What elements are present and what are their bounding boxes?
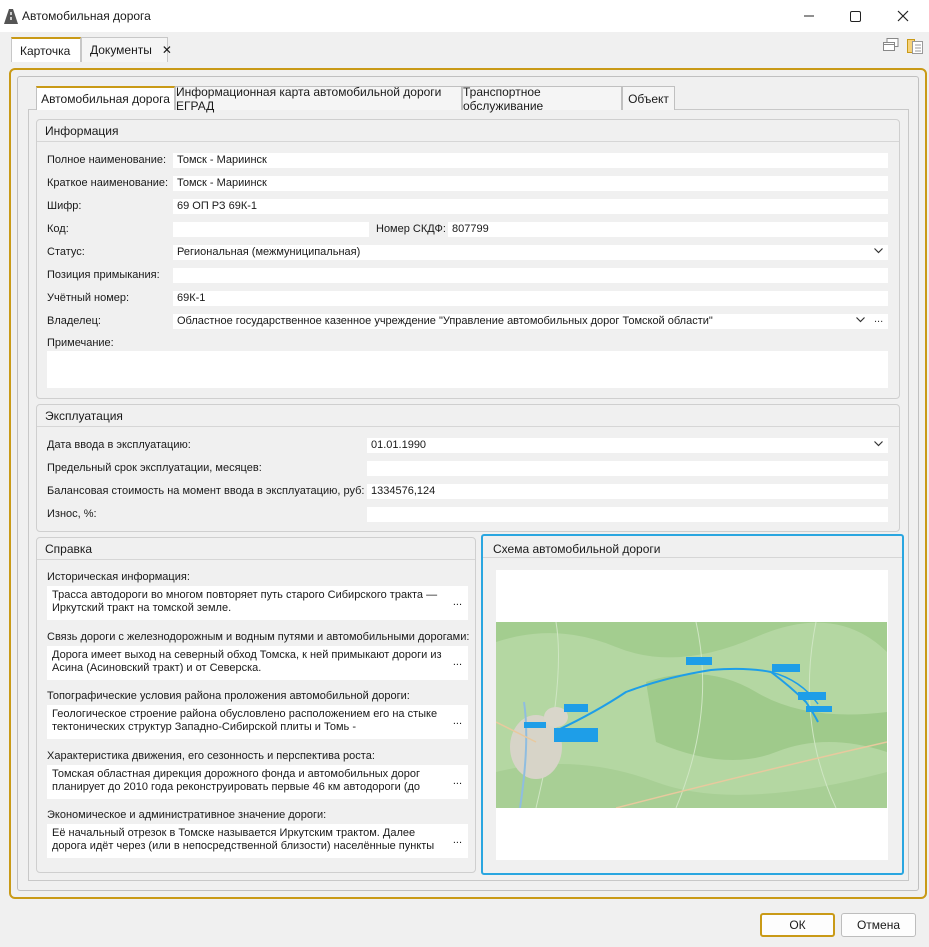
schema-group-title: Схема автомобильной дороги [493,542,661,556]
balance-field[interactable]: 1334576,124 [367,484,888,499]
cipher-field[interactable]: 69 ОП РЗ 69К-1 [173,199,888,214]
traffic-label: Характеристика движения, его сезонность … [47,750,375,762]
minimize-button[interactable] [786,0,832,32]
connection-label: Связь дороги с железнодорожным и водным … [47,631,470,643]
windows-icon[interactable] [883,38,899,52]
tab-road[interactable]: Автомобильная дорога [36,86,175,110]
traffic-text: Томская областная дирекция дорожного фон… [52,768,421,793]
exploitation-group-title: Эксплуатация [45,409,123,423]
note-field[interactable] [47,351,888,388]
history-more-button[interactable]: ... [453,596,462,609]
limit-field[interactable] [367,461,888,476]
economic-text: Её начальный отрезок в Томске называется… [52,827,435,852]
chevron-down-icon[interactable] [874,248,883,254]
history-memo[interactable]: Трасса автодороги во многом повторяет пу… [47,586,468,620]
short-name-field[interactable]: Томск - Мариинск [173,176,888,191]
economic-memo[interactable]: Её начальный отрезок в Томске называется… [47,824,468,858]
minimize-icon [804,15,814,17]
junction-label: Позиция примыкания: [47,269,160,281]
tab-documents-label: Документы [90,43,152,57]
window-title: Автомобильная дорога [22,9,151,23]
chevron-down-icon[interactable] [874,441,883,447]
full-name-field[interactable]: Томск - Мариинск [173,153,888,168]
history-text: Трасса автодороги во многом повторяет пу… [52,589,438,614]
date-field[interactable]: 01.01.1990 [367,438,888,453]
ok-button[interactable]: ОК [760,913,835,937]
maximize-icon [849,10,861,22]
cipher-label: Шифр: [47,200,82,212]
tab-egrad[interactable]: Информационная карта автомобильной дорог… [175,85,462,113]
road-map-image [496,622,887,808]
note-label: Примечание: [47,337,114,349]
skdf-field[interactable]: 807799 [448,222,888,237]
owner-more-button[interactable]: ... [874,313,883,325]
topography-label: Топографические условия района проложени… [47,690,410,702]
status-label: Статус: [47,246,85,258]
owner-select[interactable]: Областное государственное казенное учреж… [173,314,888,329]
code-label: Код: [47,223,69,235]
short-name-label: Краткое наименование: [47,177,169,189]
owner-label: Владелец: [47,315,101,327]
full-name-label: Полное наименование: [47,154,167,166]
limit-label: Предельный срок эксплуатации, месяцев: [47,462,262,474]
junction-field[interactable] [173,268,888,283]
connection-more-button[interactable]: ... [453,656,462,669]
topography-more-button[interactable]: ... [453,715,462,728]
economic-more-button[interactable]: ... [453,834,462,847]
status-select[interactable]: Региональная (межмуниципальная) [173,245,888,260]
account-label: Учётный номер: [47,292,130,304]
close-tab-icon[interactable]: ✕ [162,43,172,57]
maximize-button[interactable] [832,0,878,32]
tab-object[interactable]: Объект [622,86,675,110]
topography-text: Геологическое строение района обусловлен… [52,708,438,733]
connection-memo[interactable]: Дорога имеет выход на северный обход Том… [47,646,468,680]
cancel-button[interactable]: Отмена [841,913,916,937]
account-field[interactable]: 69К-1 [173,291,888,306]
date-label: Дата ввода в эксплуатацию: [47,439,191,451]
road-app-icon [4,9,18,24]
close-icon [897,10,909,22]
tab-transport[interactable]: Транспортное обслуживание [462,85,622,113]
traffic-more-button[interactable]: ... [453,775,462,788]
wear-field[interactable] [367,507,888,522]
history-label: Историческая информация: [47,571,190,583]
skdf-label: Номер СКДФ: [376,223,446,235]
connection-text: Дорога имеет выход на северный обход Том… [52,649,442,674]
close-window-button[interactable] [880,0,926,32]
tab-documents[interactable]: Документы ✕ [81,37,172,62]
code-field[interactable] [173,222,369,237]
tab-card-label: Карточка [20,43,71,58]
balance-label: Балансовая стоимость на момент ввода в э… [47,485,365,497]
spravka-group-title: Справка [45,542,93,556]
economic-label: Экономическое и административное значени… [47,809,327,821]
topography-memo[interactable]: Геологическое строение района обусловлен… [47,705,468,739]
info-group-title: Информация [45,124,119,138]
chevron-down-icon[interactable] [856,317,865,323]
wear-label: Износ, %: [47,508,97,520]
card-layout-icon[interactable] [907,38,923,54]
traffic-memo[interactable]: Томская областная дирекция дорожного фон… [47,765,468,799]
tab-card[interactable]: Карточка [11,37,81,62]
